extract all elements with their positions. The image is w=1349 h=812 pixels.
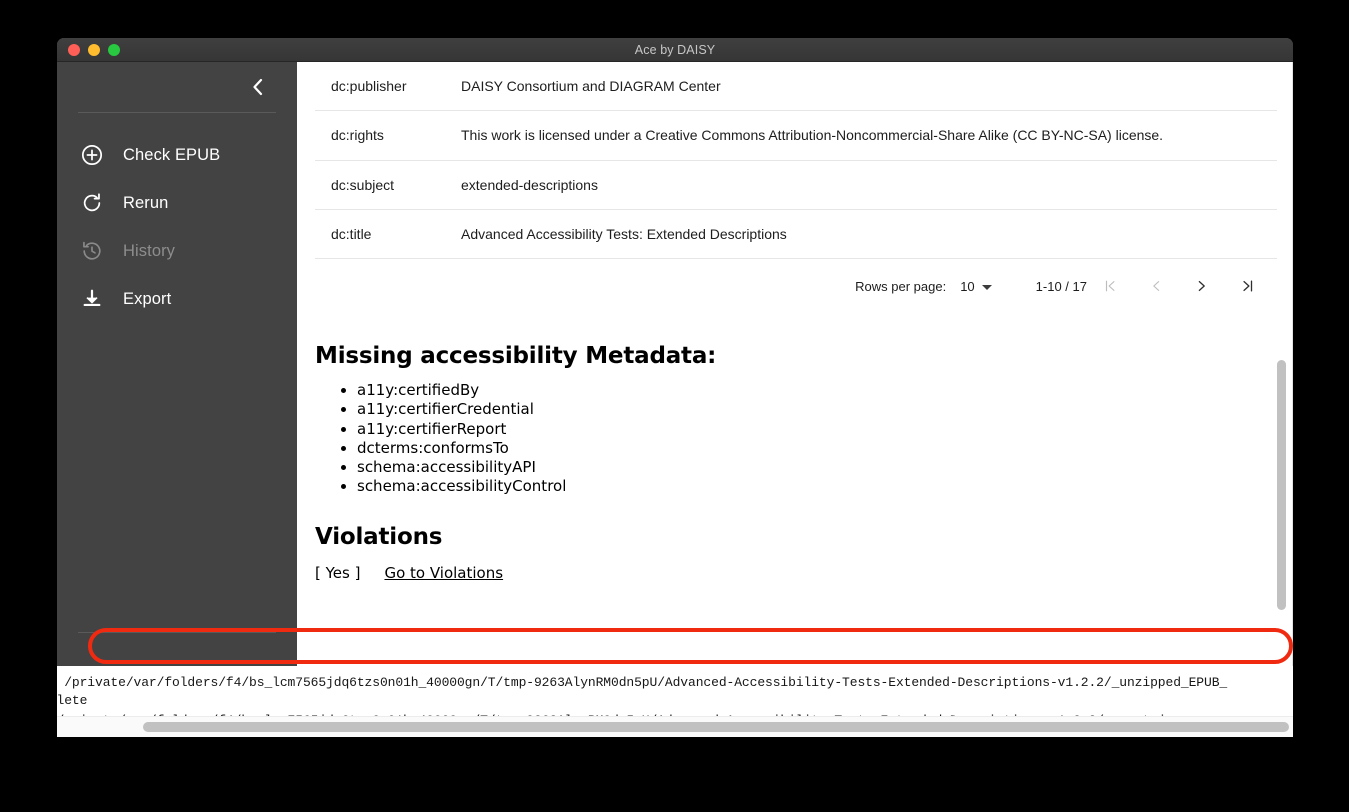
- minimize-window-button[interactable]: [88, 43, 100, 56]
- previous-page-button[interactable]: [1133, 279, 1179, 296]
- table-pagination-row: Rows per page: 10 1-10 / 17: [315, 259, 1277, 316]
- refresh-icon: [77, 192, 107, 214]
- vertical-scrollbar-thumb[interactable]: [1277, 360, 1286, 610]
- metadata-key: dc:subject: [315, 160, 461, 210]
- list-item: a11y:certifierReport: [357, 420, 1293, 439]
- chevron-right-icon: [1198, 280, 1205, 291]
- horizontal-scrollbar[interactable]: [57, 716, 1293, 737]
- sidebar-item-label: Export: [123, 289, 172, 308]
- metadata-key: dc:title: [315, 209, 461, 260]
- violations-section: Violations [ Yes ] Go to Violations: [315, 524, 1293, 582]
- missing-metadata-section: Missing accessibility Metadata: a11y:cer…: [315, 343, 1293, 496]
- history-clock-icon: [77, 240, 107, 262]
- next-page-button[interactable]: [1179, 279, 1225, 296]
- main-content: dc:publisher DAISY Consortium and DIAGRA…: [297, 62, 1293, 736]
- rows-per-page-label: Rows per page:: [855, 278, 947, 294]
- rows-per-page-value: 10: [960, 278, 975, 294]
- sidebar-header: [57, 62, 297, 112]
- window-body: Check EPUB Rerun History Export dc:publi…: [57, 62, 1293, 736]
- console-line: ce on /private/var/folders/f4/bs_lcm7565…: [57, 675, 1228, 690]
- list-item: dcterms:conformsTo: [357, 439, 1293, 458]
- list-item: schema:accessibilityControl: [357, 477, 1293, 496]
- vertical-scrollbar[interactable]: [1274, 62, 1288, 736]
- metadata-value: DAISY Consortium and DIAGRAM Center: [461, 62, 1277, 112]
- download-icon: [77, 288, 107, 310]
- sidebar-item-check-epub[interactable]: Check EPUB: [57, 131, 297, 179]
- last-page-button[interactable]: [1225, 279, 1271, 296]
- pagination-range: 1-10 / 17: [1035, 278, 1087, 294]
- metadata-value: This work is licensed under a Creative C…: [461, 110, 1277, 161]
- console-line: complete: [57, 693, 88, 708]
- window-title: Ace by DAISY: [634, 42, 716, 57]
- horizontal-scrollbar-thumb[interactable]: [143, 722, 1289, 732]
- chevron-left-icon: [1153, 280, 1160, 291]
- pagination-controls: Rows per page: 10 1-10 / 17: [315, 259, 1277, 315]
- chevron-left-icon: [252, 78, 262, 96]
- app-window: Ace by DAISY Check EPUB Rerun History Ex…: [57, 38, 1293, 736]
- violations-status-badge: [ Yes ]: [315, 564, 361, 583]
- first-page-button[interactable]: [1087, 279, 1133, 296]
- missing-metadata-title: Missing accessibility Metadata:: [315, 343, 717, 370]
- report-panel: dc:publisher DAISY Consortium and DIAGRA…: [297, 62, 1293, 736]
- sidebar-item-rerun[interactable]: Rerun: [57, 179, 297, 227]
- list-item: a11y:certifiedBy: [357, 381, 1293, 400]
- sidebar-item-label: History: [123, 241, 176, 260]
- table-row: dc:title Advanced Accessibility Tests: E…: [315, 209, 1277, 260]
- sidebar-item-history[interactable]: History: [57, 227, 297, 275]
- metadata-table: dc:publisher DAISY Consortium and DIAGRA…: [315, 62, 1277, 315]
- table-row: dc:publisher DAISY Consortium and DIAGRA…: [315, 62, 1277, 112]
- sidebar-nav-list: Check EPUB Rerun History Export: [57, 113, 297, 323]
- rows-per-page-select[interactable]: 10: [960, 278, 992, 297]
- sidebar: Check EPUB Rerun History Export: [57, 62, 297, 736]
- traffic-light-controls: [68, 38, 120, 61]
- table-row: dc:rights This work is licensed under a …: [315, 110, 1277, 161]
- maximize-window-button[interactable]: [108, 43, 120, 56]
- plus-circle-icon: [77, 144, 107, 166]
- table-row: dc:subject extended-descriptions: [315, 160, 1277, 210]
- violations-summary: [ Yes ] Go to Violations: [315, 564, 1293, 582]
- first-page-icon: [1105, 280, 1115, 292]
- metadata-key: dc:publisher: [315, 62, 461, 112]
- sidebar-item-label: Rerun: [123, 193, 169, 212]
- metadata-value: extended-descriptions: [461, 160, 1277, 210]
- metadata-key: dc:rights: [315, 110, 461, 161]
- pagination-cell: Rows per page: 10 1-10 / 17: [315, 259, 1277, 316]
- list-item: schema:accessibilityAPI: [357, 458, 1293, 477]
- missing-metadata-list: a11y:certifiedBy a11y:certifierCredentia…: [315, 381, 1293, 496]
- window-titlebar: Ace by DAISY: [57, 38, 1293, 62]
- content-right-border: [1292, 62, 1293, 736]
- metadata-value: Advanced Accessibility Tests: Extended D…: [461, 209, 1277, 260]
- last-page-icon: [1243, 280, 1253, 292]
- violations-title: Violations: [315, 524, 443, 551]
- list-item: a11y:certifierCredential: [357, 400, 1293, 419]
- go-to-violations-link[interactable]: Go to Violations: [384, 564, 503, 582]
- sidebar-item-label: Check EPUB: [123, 145, 221, 164]
- chevron-down-icon: [981, 284, 992, 290]
- close-window-button[interactable]: [68, 43, 80, 56]
- sidebar-item-export[interactable]: Export: [57, 275, 297, 323]
- sidebar-collapse-button[interactable]: [245, 75, 269, 99]
